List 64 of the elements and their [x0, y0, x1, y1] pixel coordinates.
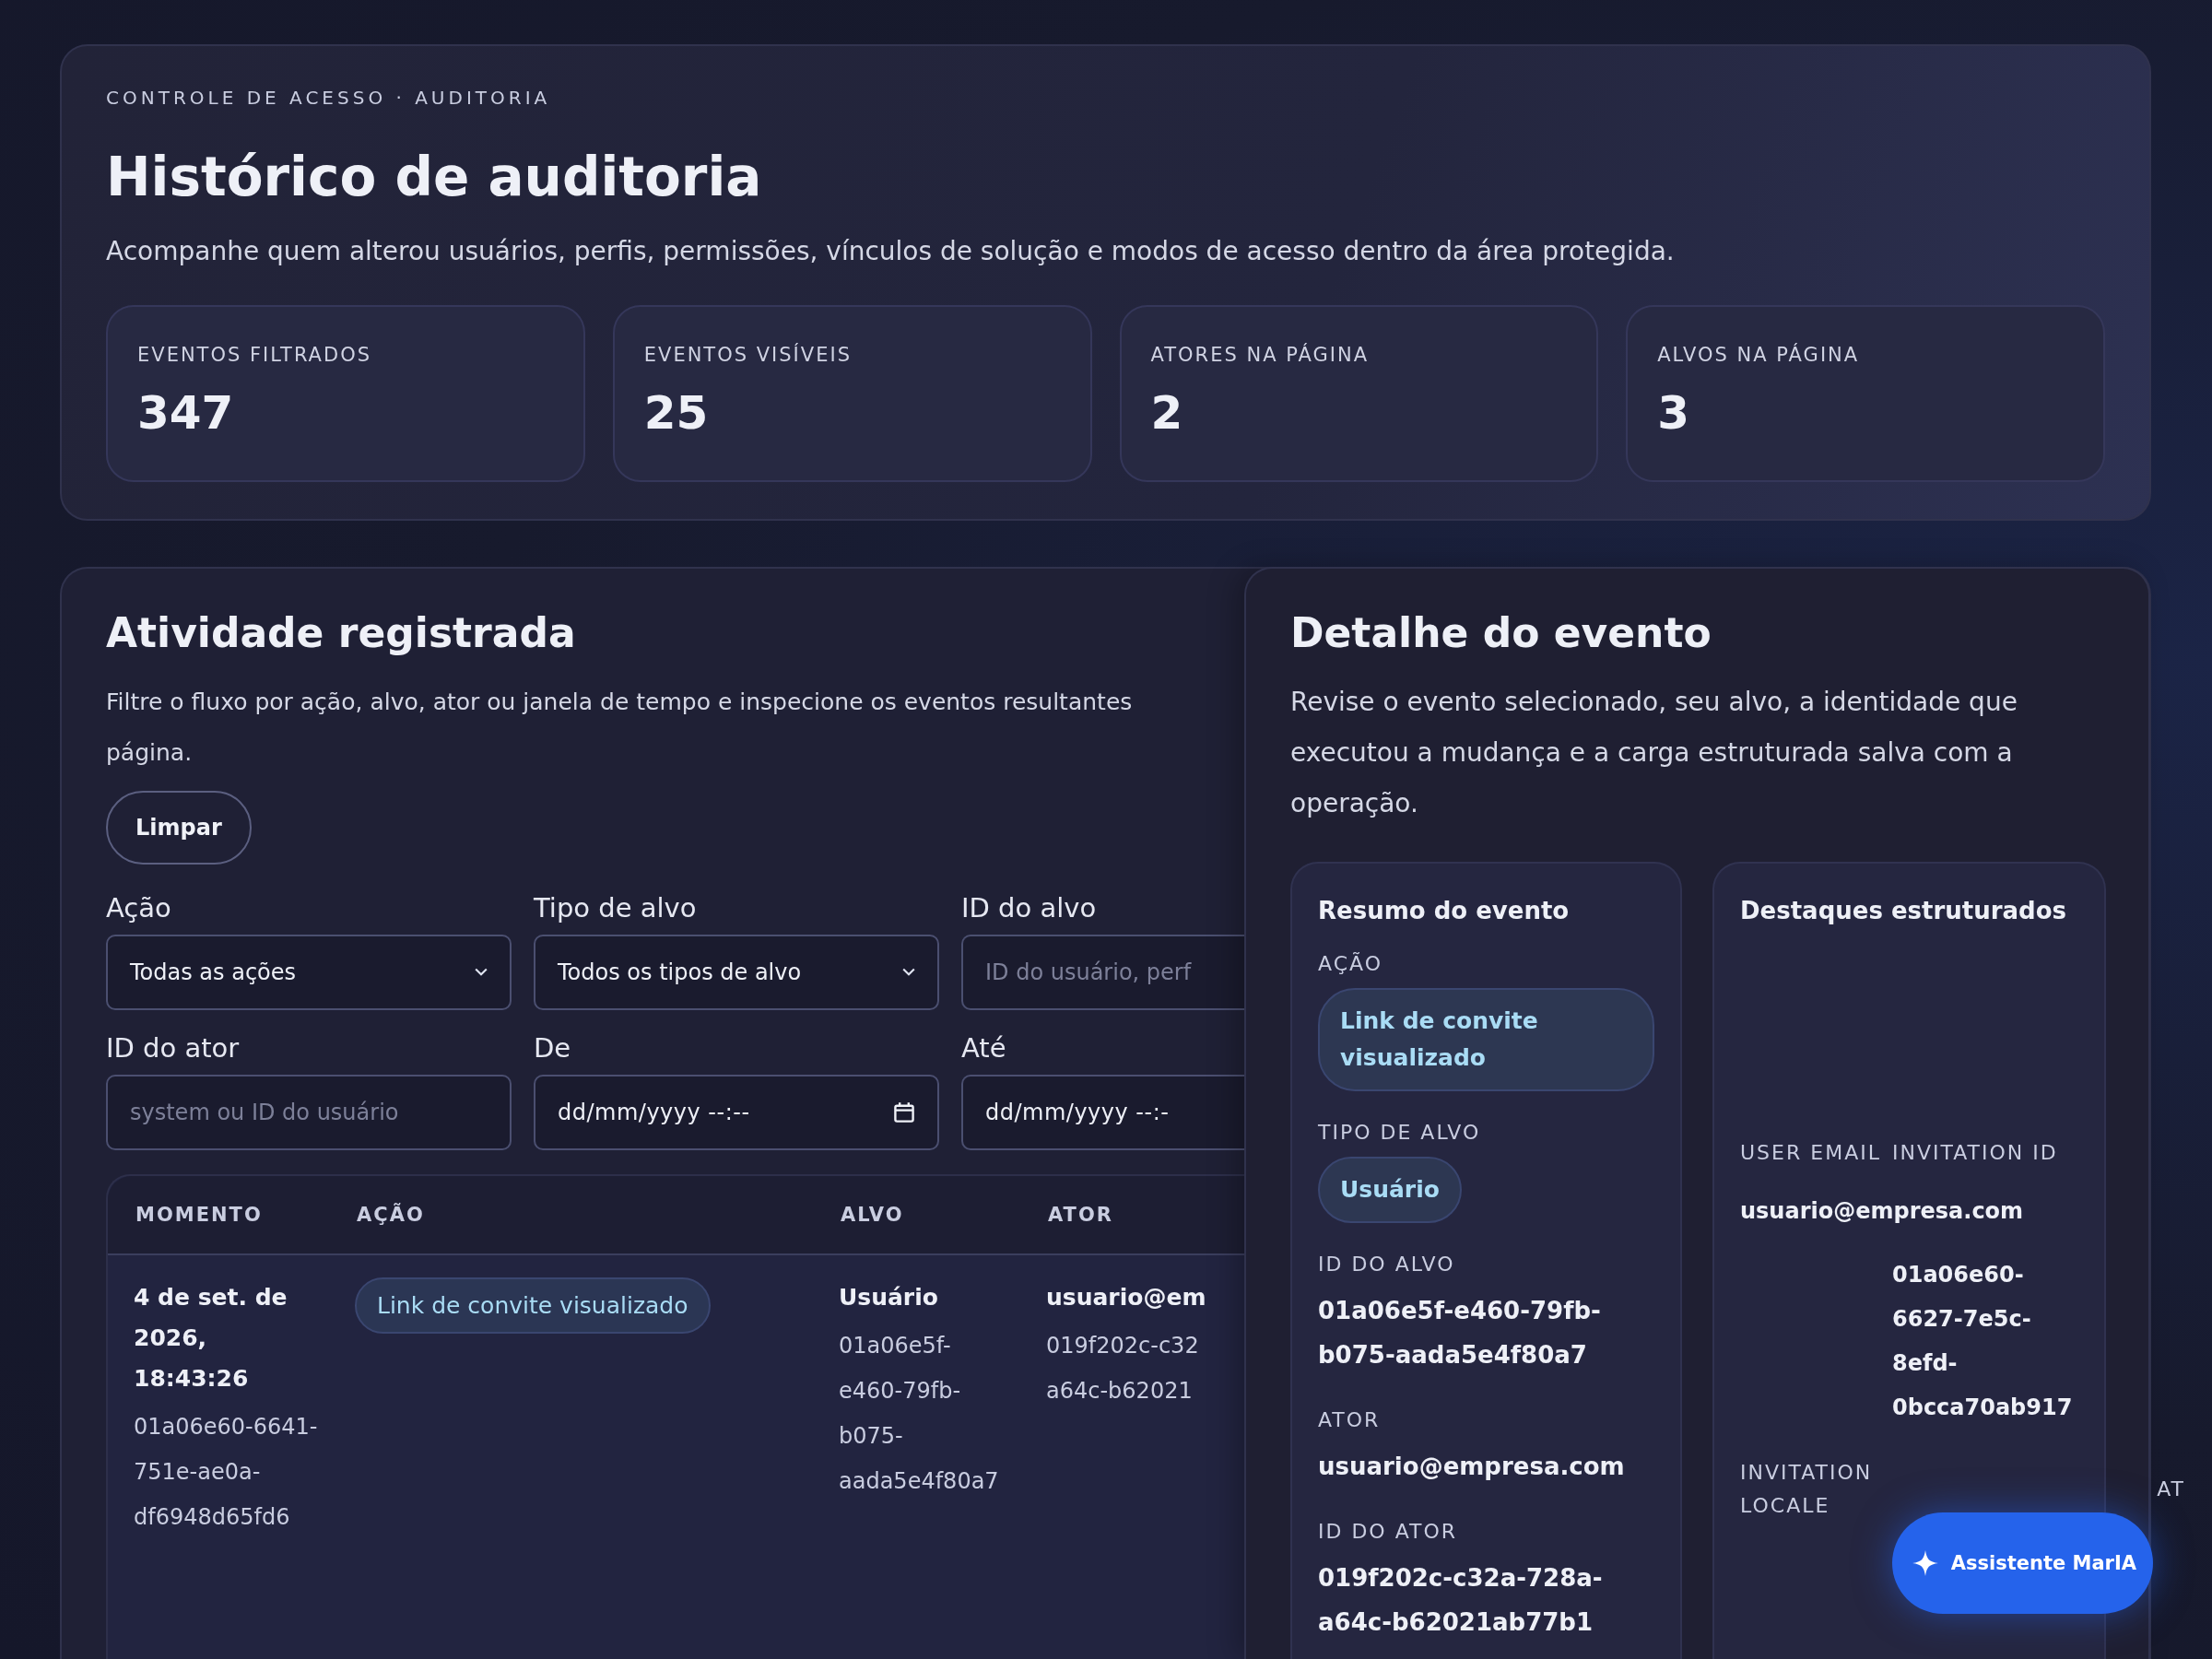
field-label: AÇÃO — [1318, 952, 1383, 975]
input-field[interactable]: ID do usuário, perf — [961, 935, 1244, 1010]
field-label: De — [534, 1032, 572, 1064]
field-value: 01a06e5f-e460-79fb-b075-aada5e4f80a7 — [1318, 1296, 1602, 1371]
date-field[interactable]: dd/mm/yyyy --:-- — [534, 1075, 939, 1150]
field-value: usuario@empresa.com — [1740, 1197, 2025, 1226]
select-field[interactable]: Todas as ações — [106, 935, 512, 1010]
date-field[interactable]: dd/mm/yyyy --:- — [961, 1075, 1244, 1150]
field-label: ID do ator — [106, 1032, 241, 1064]
action-tag: Link de convite visualizado — [355, 1277, 711, 1334]
stat-label: EVENTOS VISÍVEIS — [643, 344, 853, 366]
stat-label: EVENTOS FILTRADOS — [137, 344, 373, 366]
section-description: página. — [106, 738, 194, 768]
section-title: Detalhe do evento — [1290, 609, 1712, 656]
table-cell-text: 01a06e60-6641-751e-ae0a-df6948d65fd6 — [134, 1413, 319, 1532]
stat-label: ALVOS NA PÁGINA — [1657, 344, 1861, 366]
value-tag: Link de convite visualizado — [1318, 988, 1654, 1091]
field-label: ID DO ATOR — [1318, 1520, 1459, 1543]
stat-value: 3 — [1657, 386, 1691, 440]
stat-value: 347 — [137, 386, 235, 440]
sparkle-icon — [1912, 1550, 1938, 1576]
page-title: Histórico de auditoria — [106, 146, 763, 208]
column-header: ATOR — [1047, 1203, 1114, 1228]
stat-value: 25 — [643, 386, 710, 440]
field-label: USER EMAIL — [1740, 1140, 1882, 1166]
column-header: AÇÃO — [356, 1202, 426, 1228]
page-description: Acompanhe quem alterou usuários, perfis, permissões, vínculos de solução e modos de acesso dentro da área protegida. — [106, 236, 1676, 266]
column-header: ALVO — [840, 1203, 905, 1228]
section-description: Revise o evento selecionado, seu alvo, a identidade que executou a mudança e a carga estruturada salva com a operação. — [1290, 686, 2018, 820]
chevron-down-icon — [902, 968, 915, 977]
field-label: Tipo de alvo — [534, 892, 698, 924]
field-value: 019f202c-c32a-728a-a64c-b62021ab77b1 — [1318, 1563, 1604, 1638]
section-title: Atividade registrada — [106, 609, 577, 656]
stat-label: ATORES NA PÁGINA — [1150, 344, 1371, 366]
select-field[interactable]: Todos os tipos de alvo — [534, 935, 939, 1010]
table-cell-text: Usuário — [839, 1283, 939, 1312]
assistant-button[interactable]: Assistente MarIA — [1891, 1512, 2153, 1614]
field-value: 01a06e60-6627-7e5c-8efd-0bcca70ab917 — [1892, 1261, 2074, 1422]
table-cell-text: usuario@em — [1046, 1283, 1207, 1312]
field-label: INVITATION ID — [1892, 1140, 2059, 1166]
field-label: Até — [961, 1032, 1007, 1064]
table-cell-text: 01a06e5f-e460-79fb-b075-aada5e4f80a7 — [839, 1332, 1000, 1496]
chevron-down-icon — [475, 968, 488, 977]
column-header: MOMENTO — [135, 1203, 264, 1228]
table-cell-text: a64c-b62021 — [1046, 1377, 1194, 1406]
card-title: Resumo do evento — [1318, 897, 1571, 924]
input-field[interactable]: system ou ID do usuário — [106, 1075, 512, 1150]
value-tag: Usuário — [1318, 1157, 1462, 1223]
card-title: Destaques estruturados — [1740, 897, 2068, 924]
field-label: ID DO ALVO — [1318, 1253, 1456, 1276]
calendar-icon — [893, 1101, 915, 1124]
field-label: TIPO DE ALVO — [1318, 1121, 1482, 1144]
field-label: ID do alvo — [961, 892, 1098, 924]
stat-value: 2 — [1150, 386, 1184, 440]
table-cell-text: 4 de set. de 2026, 18:43:26 — [134, 1283, 288, 1394]
field-value: usuario@empresa.com — [1318, 1452, 1626, 1482]
clear-button[interactable]: Limpar — [106, 791, 252, 865]
table-cell-text: 019f202c-c32 — [1046, 1332, 1200, 1360]
section-description: Filtre o fluxo por ação, alvo, ator ou janela de tempo e inspecione os eventos resultantes — [106, 688, 1134, 717]
field-label: AT — [2157, 1477, 2185, 1502]
eyebrow-text: CONTROLE DE ACESSO · AUDITORIA — [106, 87, 552, 109]
field-label: Ação — [106, 892, 172, 924]
field-label: INVITATION LOCALE — [1740, 1460, 1874, 1519]
field-label: ATOR — [1318, 1408, 1382, 1431]
